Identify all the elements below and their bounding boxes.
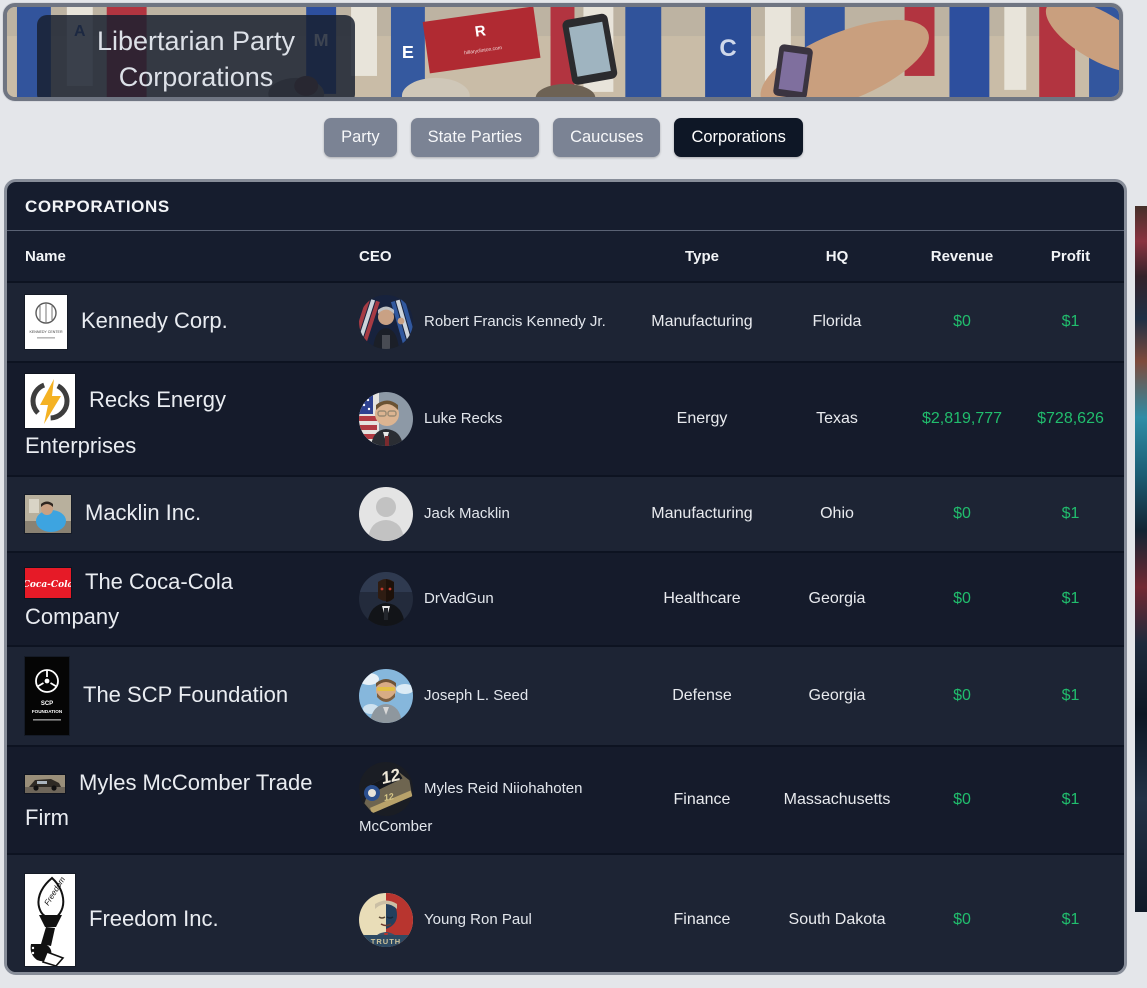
table-row[interactable]: Macklin Inc. Jack Macklin Manufacturing …	[7, 475, 1124, 551]
page-title: Libertarian Party Corporations	[37, 15, 355, 101]
company-logo	[25, 374, 75, 428]
section-tabs: Party State Parties Caucuses Corporation…	[0, 118, 1127, 157]
page-title-line1: Libertarian Party	[51, 23, 341, 59]
background-photo-strip	[1135, 206, 1147, 912]
company-logo: Coca-Cola	[25, 568, 71, 598]
company-logo	[25, 775, 65, 793]
table-row[interactable]: KENNEDY CENTER Kennedy Corp.	[7, 281, 1124, 361]
svg-text:C: C	[719, 35, 736, 62]
company-revenue: $0	[907, 791, 1017, 809]
company-type: Finance	[637, 911, 767, 929]
company-profit: $1	[1017, 911, 1124, 929]
ceo-name: DrVadGun	[424, 590, 494, 607]
ceo-avatar: 12 12	[359, 762, 413, 816]
company-profit: $728,626	[1017, 410, 1124, 428]
svg-text:KENNEDY CENTER: KENNEDY CENTER	[29, 330, 62, 334]
company-revenue: $2,819,777	[907, 410, 1017, 428]
table-row[interactable]: Myles McComber Trade Firm 12 12 Myles Re…	[7, 745, 1124, 853]
company-profit: $1	[1017, 505, 1124, 523]
company-hq: Florida	[767, 313, 907, 331]
svg-text:12: 12	[383, 791, 395, 803]
company-hq: Texas	[767, 410, 907, 428]
ceo-name: Jack Macklin	[424, 505, 510, 522]
company-hq: Georgia	[767, 687, 907, 705]
table-header-row: Name CEO Type HQ Revenue Profit	[7, 231, 1124, 281]
svg-text:TRUTH: TRUTH	[371, 937, 401, 946]
company-hq: South Dakota	[767, 911, 907, 929]
company-type: Defense	[637, 687, 767, 705]
table-row[interactable]: Recks Energy Enterprises Lu	[7, 361, 1124, 475]
company-logo: KENNEDY CENTER	[25, 295, 67, 349]
svg-text:FOUNDATION: FOUNDATION	[32, 709, 63, 714]
column-header-revenue: Revenue	[907, 248, 1017, 265]
ceo-avatar	[359, 487, 413, 541]
tab-state-parties[interactable]: State Parties	[411, 118, 539, 157]
header-banner: A M E R hillaryclinton.com I C	[3, 3, 1123, 101]
column-header-type: Type	[637, 248, 767, 265]
svg-text:Coca-Cola: Coca-Cola	[25, 580, 71, 590]
ceo-avatar	[359, 572, 413, 626]
company-type: Healthcare	[637, 590, 767, 608]
company-type: Manufacturing	[637, 313, 767, 331]
tab-corporations[interactable]: Corporations	[674, 118, 802, 157]
company-logo: Freedom	[25, 874, 75, 966]
ceo-avatar	[359, 295, 413, 349]
company-name: The SCP Foundation	[83, 682, 288, 707]
table-row[interactable]: Freedom Freedom Inc.	[7, 853, 1124, 975]
tab-party[interactable]: Party	[324, 118, 397, 157]
company-name: Freedom Inc.	[89, 905, 219, 930]
company-logo: SCP FOUNDATION	[25, 657, 69, 735]
company-profit: $1	[1017, 791, 1124, 809]
ceo-avatar	[359, 669, 413, 723]
ceo-name: Young Ron Paul	[424, 910, 532, 927]
company-hq: Massachusetts	[767, 791, 907, 809]
svg-text:SCP: SCP	[41, 701, 53, 707]
company-hq: Ohio	[767, 505, 907, 523]
company-profit: $1	[1017, 313, 1124, 331]
tab-caucuses[interactable]: Caucuses	[553, 118, 660, 157]
table-row[interactable]: Coca-Cola The Coca-Cola Company DrVadGun	[7, 551, 1124, 645]
ceo-name: Joseph L. Seed	[424, 687, 528, 704]
company-type: Energy	[637, 410, 767, 428]
page-title-line2: Corporations	[51, 59, 341, 95]
company-name: Kennedy Corp.	[81, 308, 228, 333]
corporations-card: CORPORATIONS Name CEO Type HQ Revenue Pr…	[4, 179, 1127, 975]
company-logo	[25, 495, 71, 533]
company-name: Macklin Inc.	[85, 500, 201, 525]
svg-text:E: E	[402, 42, 414, 62]
company-revenue: $0	[907, 505, 1017, 523]
ceo-avatar: TRUTH	[359, 893, 413, 947]
company-revenue: $0	[907, 590, 1017, 608]
column-header-ceo: CEO	[327, 248, 637, 265]
column-header-hq: HQ	[767, 248, 907, 265]
ceo-name: Robert Francis Kennedy Jr.	[424, 313, 606, 330]
company-name: Myles McComber Trade Firm	[25, 770, 313, 830]
column-header-profit: Profit	[1017, 248, 1124, 265]
column-header-name: Name	[7, 248, 327, 265]
company-revenue: $0	[907, 687, 1017, 705]
company-type: Manufacturing	[637, 505, 767, 523]
company-revenue: $0	[907, 911, 1017, 929]
company-revenue: $0	[907, 313, 1017, 331]
ceo-avatar	[359, 392, 413, 446]
table-row[interactable]: SCP FOUNDATION The SCP Foundation	[7, 645, 1124, 745]
company-profit: $1	[1017, 687, 1124, 705]
card-section-title: CORPORATIONS	[7, 182, 1124, 231]
ceo-name: Luke Recks	[424, 410, 502, 427]
company-type: Finance	[637, 791, 767, 809]
company-hq: Georgia	[767, 590, 907, 608]
company-profit: $1	[1017, 590, 1124, 608]
